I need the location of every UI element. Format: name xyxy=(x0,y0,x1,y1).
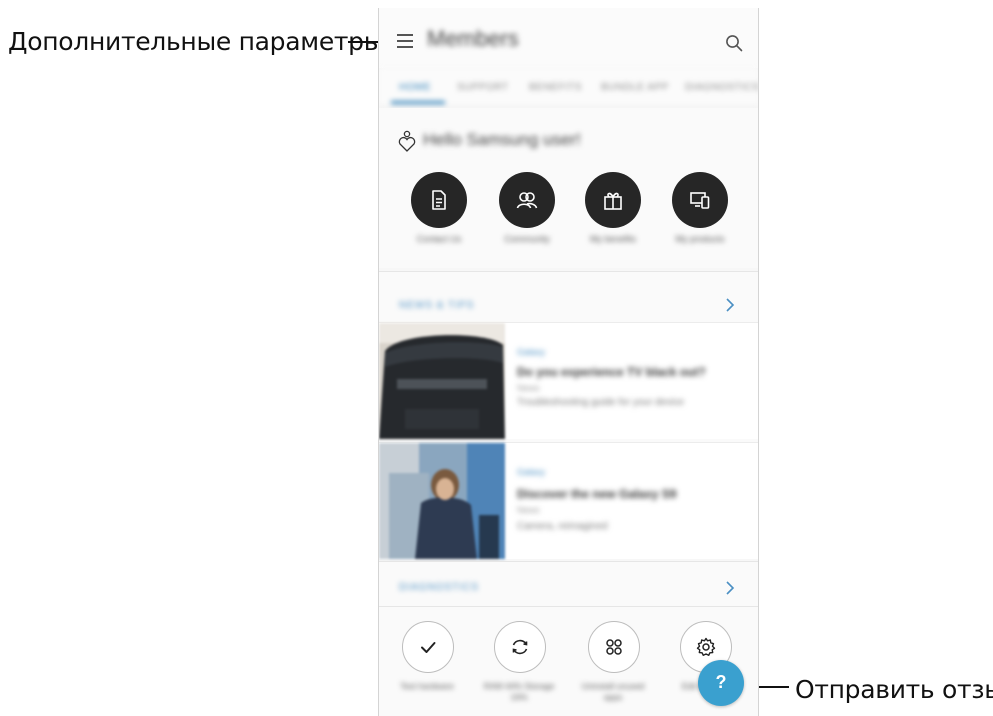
article-meta: News xyxy=(517,383,540,393)
article-category: Galaxy xyxy=(517,467,546,477)
article-title: Discover the new Galaxy S9 xyxy=(517,487,677,501)
diagnostic-label: RAM 44% Storage 16% xyxy=(483,681,555,703)
uninstall-apps-button[interactable] xyxy=(588,621,640,673)
tab-bundle-app[interactable]: BUNDLE APP xyxy=(601,82,669,93)
heart-sparkle-icon xyxy=(398,130,416,152)
gear-icon xyxy=(696,637,716,656)
hamburger-menu-icon[interactable] xyxy=(397,34,413,48)
article-description: Camera, reimagined xyxy=(517,521,608,532)
apps-grid-icon xyxy=(606,639,622,655)
news-tips-section: NEWS & TIPS Galaxy Do you experience TV … xyxy=(379,271,758,559)
community-icon xyxy=(516,192,538,209)
devices-icon xyxy=(690,192,710,209)
send-feedback-button[interactable]: ? xyxy=(698,660,744,706)
news-article[interactable]: Galaxy Discover the new Galaxy S9 News C… xyxy=(379,442,758,559)
app-bar: Members xyxy=(379,8,758,68)
news-section-heading: NEWS & TIPS xyxy=(399,300,475,311)
article-title: Do you experience TV black out? xyxy=(517,365,706,379)
article-meta: News xyxy=(517,505,540,515)
active-tab-indicator xyxy=(391,101,445,104)
phone-screen: Members HOME SUPPORT BENEFITS BUNDLE APP… xyxy=(378,8,759,716)
article-thumbnail xyxy=(379,323,505,439)
quick-action-label: Contact Us xyxy=(416,234,462,244)
section-divider xyxy=(379,606,758,607)
check-icon xyxy=(421,642,436,653)
news-article[interactable]: Galaxy Do you experience TV black out? N… xyxy=(379,322,758,439)
tab-home[interactable]: HOME xyxy=(399,82,431,93)
quick-action-label: My products xyxy=(675,234,725,244)
gift-icon xyxy=(604,192,622,210)
app-title: Members xyxy=(427,26,519,51)
diagnostic-label: Uninstall unused apps xyxy=(581,681,645,703)
help-question-icon: ? xyxy=(715,672,727,692)
greeting-text: Hello Samsung user! xyxy=(423,130,581,149)
contact-us-button[interactable] xyxy=(411,172,467,228)
article-thumbnail xyxy=(379,443,505,559)
article-category: Galaxy xyxy=(517,347,546,357)
my-benefits-button[interactable] xyxy=(585,172,641,228)
tab-bar: HOME SUPPORT BENEFITS BUNDLE APP DIAGNOS… xyxy=(379,68,758,107)
callout-more-options: Дополнительные параметры xyxy=(8,27,384,56)
chevron-right-icon[interactable] xyxy=(725,298,735,312)
tab-support[interactable]: SUPPORT xyxy=(457,82,509,93)
search-icon[interactable] xyxy=(725,34,743,52)
diagnostics-section-heading: DIAGNOSTICS xyxy=(399,582,479,593)
community-button[interactable] xyxy=(499,172,555,228)
test-hardware-button[interactable] xyxy=(402,621,454,673)
diagnostic-label: Test hardware xyxy=(400,681,454,691)
refresh-icon xyxy=(512,639,528,655)
callout-send-feedback: Отправить отзыв xyxy=(795,675,993,704)
chevron-right-icon[interactable] xyxy=(725,581,735,595)
quick-action-label: Community xyxy=(504,234,550,244)
my-products-button[interactable] xyxy=(672,172,728,228)
document-icon xyxy=(432,190,446,210)
tab-benefits[interactable]: BENEFITS xyxy=(529,82,582,93)
optimize-button[interactable] xyxy=(494,621,546,673)
quick-action-label: My benefits xyxy=(589,234,637,244)
tab-diagnostics[interactable]: DIAGNOSTICS xyxy=(685,82,758,93)
article-description: Troubleshooting guide for your device xyxy=(517,397,684,408)
